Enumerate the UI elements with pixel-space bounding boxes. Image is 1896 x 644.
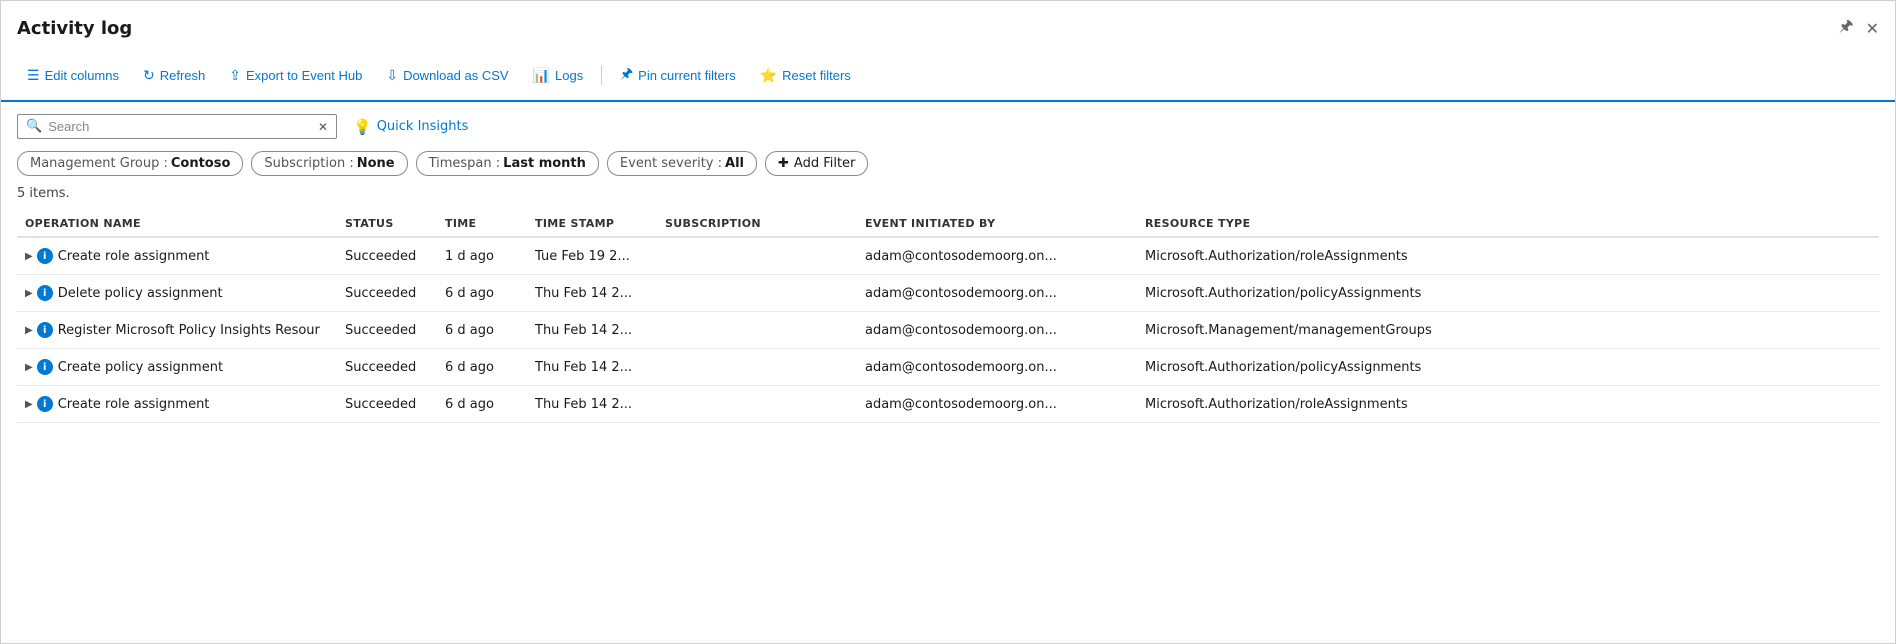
cell-subscription — [657, 237, 857, 275]
cell-operation: ▶ i Create policy assignment — [17, 349, 337, 386]
cell-time: 6 d ago — [437, 386, 527, 423]
cell-initiated-by: adam@contosodemoorg.on... — [857, 349, 1137, 386]
title-bar: Activity log 🖈 ✕ — [1, 1, 1895, 52]
items-count: 5 items. — [17, 186, 1879, 201]
quick-insights-button[interactable]: 💡 Quick Insights — [353, 118, 468, 136]
close-icon[interactable]: ✕ — [1866, 19, 1879, 38]
filters-row: Management Group : Contoso Subscription … — [17, 151, 1879, 176]
export-event-hub-button[interactable]: ⇪ Export to Event Hub — [219, 62, 372, 89]
info-icon: i — [37, 285, 53, 301]
search-input[interactable] — [48, 119, 312, 134]
cell-time: 6 d ago — [437, 349, 527, 386]
info-icon: i — [37, 396, 53, 412]
table-header-row: OPERATION NAME STATUS TIME TIME STAMP SU… — [17, 211, 1879, 237]
row-expander-icon[interactable]: ▶ — [25, 362, 33, 373]
cell-initiated-by: adam@contosodemoorg.on... — [857, 237, 1137, 275]
toolbar-divider — [601, 65, 602, 85]
add-filter-button[interactable]: ✚ Add Filter — [765, 151, 868, 176]
col-header-timestamp: TIME STAMP — [527, 211, 657, 237]
row-expander-icon[interactable]: ▶ — [25, 251, 33, 262]
download-csv-button[interactable]: ⇩ Download as CSV — [376, 62, 518, 89]
table-row[interactable]: ▶ i Create role assignment Succeeded 1 d… — [17, 237, 1879, 275]
cell-status: Succeeded — [337, 349, 437, 386]
cell-timestamp: Thu Feb 14 2... — [527, 275, 657, 312]
search-box[interactable]: 🔍 ✕ — [17, 114, 337, 139]
management-group-filter[interactable]: Management Group : Contoso — [17, 151, 243, 176]
col-header-resource: RESOURCE TYPE — [1137, 211, 1879, 237]
cell-initiated-by: adam@contosodemoorg.on... — [857, 386, 1137, 423]
row-expander-icon[interactable]: ▶ — [25, 288, 33, 299]
cell-status: Succeeded — [337, 275, 437, 312]
cell-timestamp: Thu Feb 14 2... — [527, 386, 657, 423]
download-icon: ⇩ — [386, 67, 398, 84]
col-header-time: TIME — [437, 211, 527, 237]
cell-subscription — [657, 386, 857, 423]
cell-status: Succeeded — [337, 312, 437, 349]
search-row: 🔍 ✕ 💡 Quick Insights — [17, 114, 1879, 139]
add-filter-icon: ✚ — [778, 156, 789, 171]
cell-initiated-by: adam@contosodemoorg.on... — [857, 275, 1137, 312]
cell-initiated-by: adam@contosodemoorg.on... — [857, 312, 1137, 349]
cell-resource-type: Microsoft.Authorization/roleAssignments — [1137, 237, 1879, 275]
timespan-filter[interactable]: Timespan : Last month — [416, 151, 599, 176]
cell-status: Succeeded — [337, 237, 437, 275]
pin-current-filters-button[interactable]: 🖈 Pin current filters — [610, 58, 746, 92]
subscription-filter[interactable]: Subscription : None — [251, 151, 407, 176]
cell-status: Succeeded — [337, 386, 437, 423]
cell-resource-type: Microsoft.Authorization/policyAssignment… — [1137, 349, 1879, 386]
cell-subscription — [657, 312, 857, 349]
reset-icon: ⭐ — [760, 67, 777, 84]
page-title: Activity log — [17, 18, 132, 39]
edit-columns-button[interactable]: ☰ Edit columns — [17, 62, 129, 89]
pin-filter-icon: 🖈 — [620, 63, 633, 87]
table-row[interactable]: ▶ i Register Microsoft Policy Insights R… — [17, 312, 1879, 349]
col-header-subscription: SUBSCRIPTION — [657, 211, 857, 237]
cell-resource-type: Microsoft.Authorization/policyAssignment… — [1137, 275, 1879, 312]
cell-resource-type: Microsoft.Management/managementGroups — [1137, 312, 1879, 349]
cell-timestamp: Thu Feb 14 2... — [527, 312, 657, 349]
row-expander-icon[interactable]: ▶ — [25, 325, 33, 336]
table-header: OPERATION NAME STATUS TIME TIME STAMP SU… — [17, 211, 1879, 237]
info-icon: i — [37, 322, 53, 338]
col-header-status: STATUS — [337, 211, 437, 237]
cell-timestamp: Thu Feb 14 2... — [527, 349, 657, 386]
cell-operation: ▶ i Register Microsoft Policy Insights R… — [17, 312, 337, 349]
cell-subscription — [657, 275, 857, 312]
cell-operation: ▶ i Delete policy assignment — [17, 275, 337, 312]
table-body: ▶ i Create role assignment Succeeded 1 d… — [17, 237, 1879, 423]
cell-subscription — [657, 349, 857, 386]
pin-icon[interactable]: 🖈 — [1839, 15, 1854, 42]
info-icon: i — [37, 359, 53, 375]
refresh-icon: ↻ — [143, 67, 155, 84]
activity-log-window: Activity log 🖈 ✕ ☰ Edit columns ↻ Refres… — [0, 0, 1896, 644]
info-icon: i — [37, 248, 53, 264]
main-content: 🔍 ✕ 💡 Quick Insights Management Group : … — [1, 102, 1895, 435]
cell-time: 6 d ago — [437, 275, 527, 312]
edit-columns-icon: ☰ — [27, 67, 40, 84]
activity-log-table: OPERATION NAME STATUS TIME TIME STAMP SU… — [17, 211, 1879, 423]
logs-button[interactable]: 📊 Logs — [523, 62, 594, 89]
logs-icon: 📊 — [533, 67, 550, 84]
export-icon: ⇪ — [229, 67, 241, 84]
col-header-initiated: EVENT INITIATED BY — [857, 211, 1137, 237]
reset-filters-button[interactable]: ⭐ Reset filters — [750, 62, 861, 89]
row-expander-icon[interactable]: ▶ — [25, 399, 33, 410]
table-row[interactable]: ▶ i Create policy assignment Succeeded 6… — [17, 349, 1879, 386]
quick-insights-icon: 💡 — [353, 118, 372, 136]
cell-time: 6 d ago — [437, 312, 527, 349]
search-clear-icon[interactable]: ✕ — [318, 120, 328, 134]
cell-resource-type: Microsoft.Authorization/roleAssignments — [1137, 386, 1879, 423]
table-row[interactable]: ▶ i Delete policy assignment Succeeded 6… — [17, 275, 1879, 312]
title-bar-actions: 🖈 ✕ — [1839, 15, 1879, 42]
table-row[interactable]: ▶ i Create role assignment Succeeded 6 d… — [17, 386, 1879, 423]
event-severity-filter[interactable]: Event severity : All — [607, 151, 757, 176]
cell-timestamp: Tue Feb 19 2... — [527, 237, 657, 275]
cell-operation: ▶ i Create role assignment — [17, 386, 337, 423]
cell-time: 1 d ago — [437, 237, 527, 275]
toolbar: ☰ Edit columns ↻ Refresh ⇪ Export to Eve… — [1, 52, 1895, 102]
search-icon: 🔍 — [26, 119, 42, 134]
cell-operation: ▶ i Create role assignment — [17, 237, 337, 275]
col-header-operation: OPERATION NAME — [17, 211, 337, 237]
refresh-button[interactable]: ↻ Refresh — [133, 62, 215, 89]
